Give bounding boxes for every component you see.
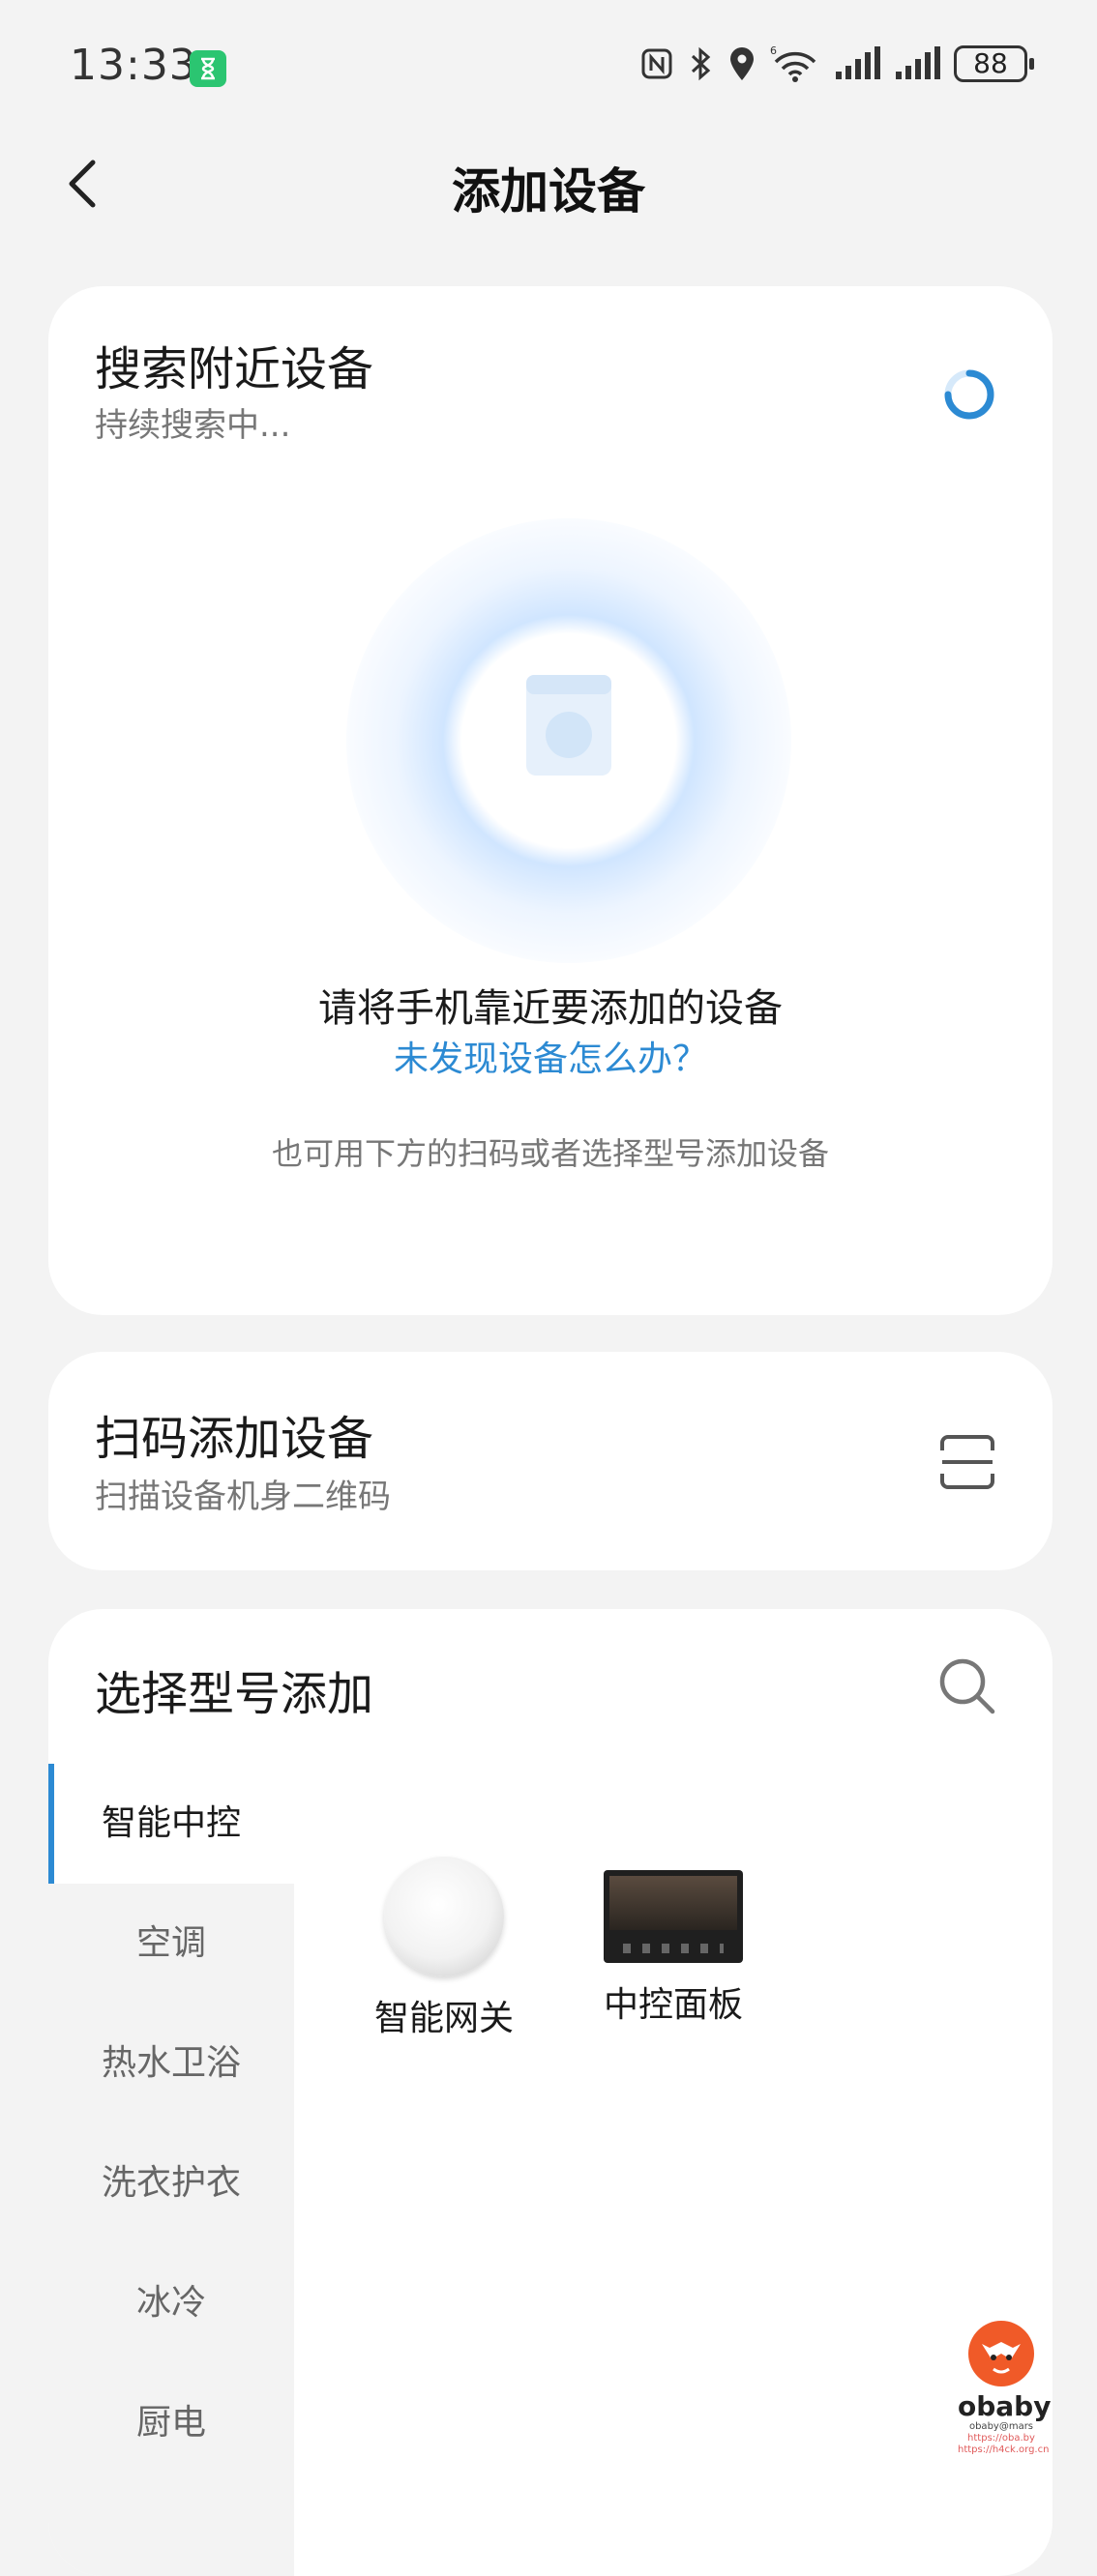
product-label: 中控面板 — [603, 1985, 743, 2025]
search-prompt: 请将手机靠近要添加的设备 — [318, 986, 783, 1031]
bluetooth-icon — [691, 46, 711, 81]
category-label: 空调 — [135, 1923, 206, 1963]
signal-icon — [896, 46, 940, 79]
product-label: 智能网关 — [373, 1999, 514, 2038]
product-smart-gateway[interactable]: 智能网关 — [347, 1857, 541, 2040]
fox-logo-icon — [968, 2321, 1034, 2386]
loading-spinner-icon — [944, 369, 994, 420]
wifi-icon: 6 — [770, 44, 816, 82]
search-card-subtitle: 持续搜索中... — [95, 406, 291, 445]
status-icons: 6 88 — [640, 44, 1034, 83]
category-smart-control[interactable]: 智能中控 — [48, 1764, 294, 1884]
model-card-title: 选择型号添加 — [95, 1667, 374, 1721]
watermark-line: https://oba.by — [967, 2433, 1035, 2444]
category-label: 洗衣护衣 — [101, 2163, 241, 2203]
svg-text:6: 6 — [770, 44, 777, 57]
category-refrigeration[interactable]: 冰冷 — [48, 2243, 294, 2363]
category-label: 冰冷 — [135, 2283, 206, 2323]
category-kitchen[interactable]: 厨电 — [48, 2363, 294, 2483]
hourglass-icon — [190, 50, 226, 87]
category-water-heater[interactable]: 热水卫浴 — [48, 2004, 294, 2123]
status-time: 13:33 — [70, 41, 197, 90]
product-control-panel[interactable]: 中控面板 — [577, 1857, 770, 2027]
category-label: 智能中控 — [101, 1803, 241, 1843]
battery-icon: 88 — [954, 45, 1034, 82]
search-card-title: 搜索附近设备 — [95, 342, 374, 396]
watermark-line: obaby@mars — [968, 2421, 1034, 2432]
control-panel-image — [604, 1870, 743, 1963]
signal-icon — [836, 46, 880, 79]
category-label: 热水卫浴 — [101, 2043, 241, 2083]
watermark: obaby obaby@mars https://oba.by https://… — [958, 2315, 1052, 2456]
location-icon — [730, 47, 754, 80]
category-list: 智能中控 空调 热水卫浴 洗衣护衣 冰冷 厨电 — [48, 1764, 294, 2576]
search-icon[interactable] — [936, 1655, 998, 1717]
gateway-image — [384, 1857, 504, 1976]
category-label: 厨电 — [135, 2403, 206, 2443]
watermark-brand: obaby — [958, 2390, 1052, 2422]
search-alternatives-hint: 也可用下方的扫码或者选择型号添加设备 — [271, 1135, 829, 1172]
scan-card-subtitle: 扫描设备机身二维码 — [95, 1478, 391, 1516]
category-laundry[interactable]: 洗衣护衣 — [48, 2123, 294, 2243]
category-air-conditioner[interactable]: 空调 — [48, 1884, 294, 2004]
scan-icon — [940, 1435, 994, 1489]
device-not-found-help-link[interactable]: 未发现设备怎么办？ — [48, 1031, 1053, 1081]
scan-add-card[interactable]: 扫码添加设备 扫描设备机身二维码 — [48, 1352, 1053, 1570]
nfc-icon — [641, 48, 672, 79]
scan-card-title: 扫码添加设备 — [95, 1412, 374, 1466]
search-nearby-card: 搜索附近设备 持续搜索中... 请将手机靠近要添加的设备 未发现设备怎么办？ 也… — [48, 286, 1053, 1315]
status-bar: 13:33 6 88 — [0, 0, 1097, 135]
device-icon — [526, 675, 611, 776]
page-title: 添加设备 — [452, 163, 645, 220]
select-model-card: 选择型号添加 智能中控 空调 热水卫浴 洗衣护衣 冰冷 厨电 智能网关 中控面板 — [48, 1609, 1053, 2576]
watermark-line: https://h4ck.org.cn — [958, 2444, 1050, 2455]
